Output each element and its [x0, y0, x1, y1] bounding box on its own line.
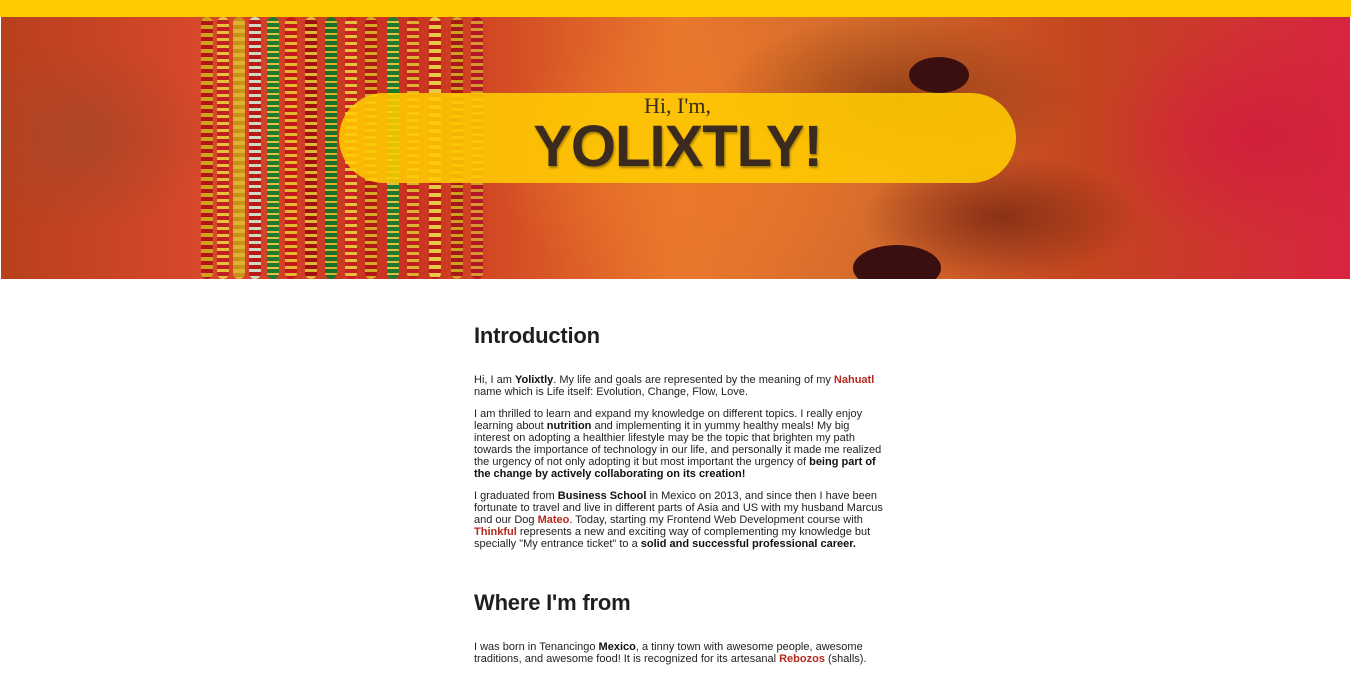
rebozos-link[interactable]: Rebozos: [779, 653, 825, 665]
hero-banner-image: Hi, I'm, YOLIXTLY!: [1, 17, 1350, 279]
mateo-link[interactable]: Mateo: [538, 514, 570, 526]
nail-detail: [853, 245, 941, 279]
top-accent-bar: [0, 0, 1351, 17]
thinkful-link[interactable]: Thinkful: [474, 526, 517, 538]
main-content: Introduction Hi, I am Yolixtly. My life …: [474, 279, 884, 675]
intro-paragraph-3: I graduated from Business School in Mexi…: [474, 490, 883, 550]
intro-paragraph-1: Hi, I am Yolixtly. My life and goals are…: [474, 374, 875, 398]
nahuatl-link[interactable]: Nahuatl: [834, 374, 874, 386]
section-heading-where-from: Where I'm from: [474, 590, 631, 615]
section-heading-introduction: Introduction: [474, 323, 600, 348]
intro-paragraph-2: I am thrilled to learn and expand my kno…: [474, 408, 882, 480]
nail-detail: [909, 57, 969, 93]
from-paragraph-1: I was born in Tenancingo Mexico, a tinny…: [474, 641, 867, 665]
hero-name: YOLIXTLY!: [533, 114, 823, 179]
hero-title-pill: Hi, I'm, YOLIXTLY!: [339, 93, 1016, 183]
